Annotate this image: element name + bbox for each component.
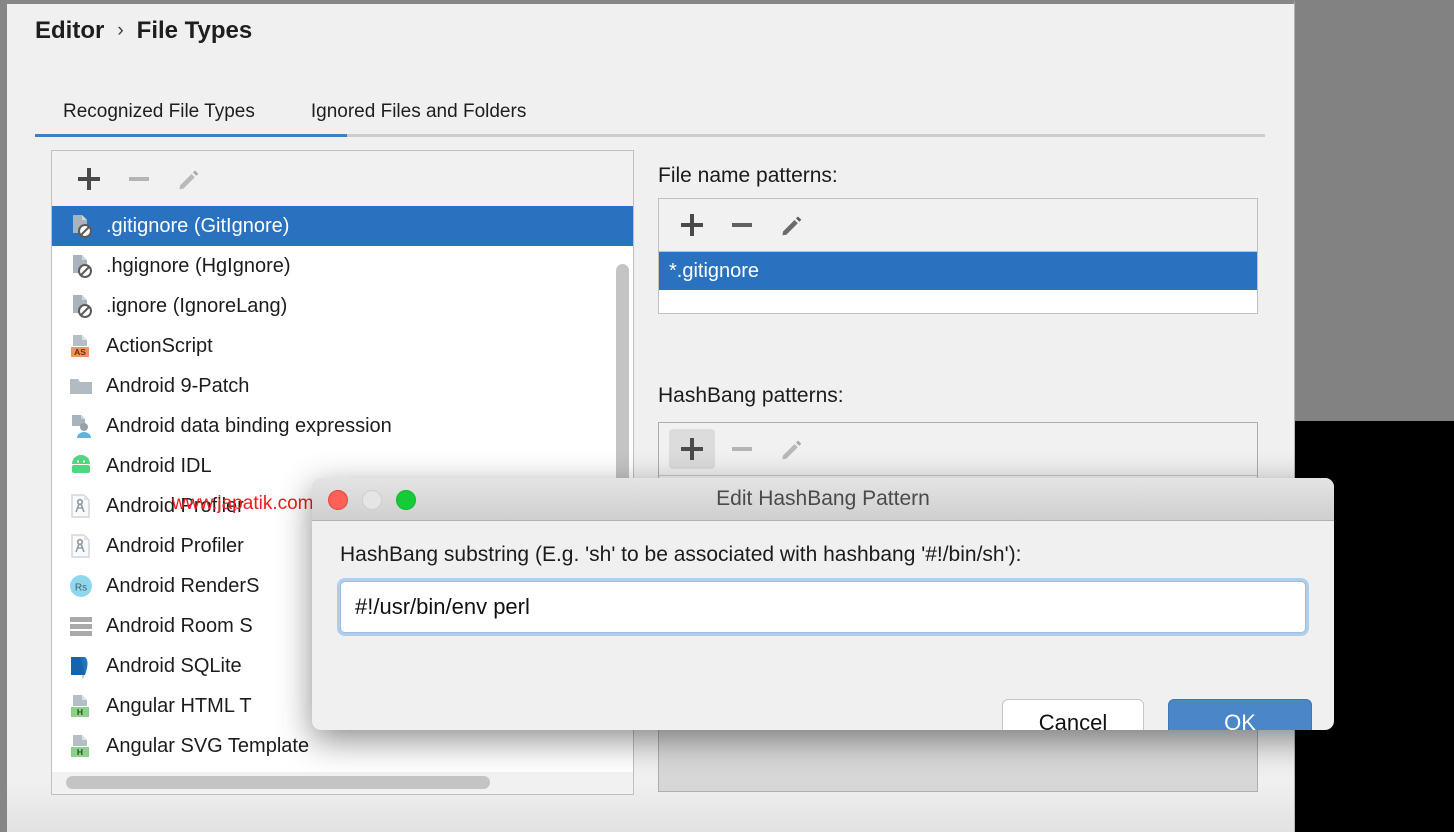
list-item-label: Android data binding expression	[106, 414, 392, 437]
list-item[interactable]: .hgignore (HgIgnore)	[52, 246, 633, 286]
file-name-patterns-panel: *.gitignore	[658, 198, 1258, 314]
dialog-title: Edit HashBang Pattern	[716, 487, 930, 510]
actionscript-icon: AS	[68, 333, 94, 359]
android-robot-icon	[68, 453, 94, 479]
android-profiler-icon	[68, 493, 94, 519]
file-types-toolbar	[52, 151, 633, 206]
edit-file-name-pattern-button[interactable]	[769, 205, 815, 245]
ok-button[interactable]: OK	[1168, 699, 1312, 730]
add-file-type-button[interactable]	[66, 159, 112, 199]
list-item-label: .gitignore (GitIgnore)	[106, 214, 290, 237]
minus-icon	[129, 176, 149, 181]
breadcrumb-root[interactable]: Editor	[35, 17, 104, 45]
window-controls	[328, 490, 416, 510]
minus-icon	[732, 447, 752, 451]
list-item-label: Angular SVG Template	[106, 734, 310, 757]
maximize-icon[interactable]	[396, 490, 416, 510]
list-item-label: Android RenderS	[106, 574, 260, 597]
file-ignore-icon	[68, 253, 94, 279]
list-item[interactable]: .ignore (IgnoreLang)	[52, 286, 633, 326]
scrollbar-thumb[interactable]	[66, 776, 490, 789]
dialog-prompt: HashBang substring (E.g. 'sh' to be asso…	[340, 543, 1022, 566]
list-item[interactable]: H Angular SVG Template	[52, 726, 633, 766]
list-item-label: *.gitignore	[669, 259, 760, 282]
file-name-patterns-list[interactable]: *.gitignore	[659, 251, 1257, 313]
hashbang-substring-input[interactable]: #!/usr/bin/env perl	[340, 581, 1306, 633]
list-item-label: Android SQLite	[106, 654, 242, 677]
remove-file-name-pattern-button[interactable]	[719, 205, 765, 245]
list-item-label: Android 9-Patch	[106, 374, 250, 397]
list-item-label: Angular HTML T	[106, 694, 252, 717]
file-ignore-icon	[68, 293, 94, 319]
hashbang-substring-value: #!/usr/bin/env perl	[355, 594, 530, 619]
hashbang-patterns-toolbar	[659, 423, 1257, 475]
list-item[interactable]: *.gitignore	[659, 252, 1257, 290]
file-name-patterns-label: File name patterns:	[658, 164, 838, 187]
tab-bar: Recognized File Types Ignored Files and …	[35, 88, 1265, 137]
dialog-titlebar[interactable]: Edit HashBang Pattern	[312, 478, 1334, 521]
add-hashbang-pattern-button[interactable]	[669, 429, 715, 469]
list-item-label: Android Profiler	[106, 494, 244, 517]
chevron-right-icon: ›	[117, 20, 124, 41]
close-icon[interactable]	[328, 490, 348, 510]
minimize-icon[interactable]	[362, 490, 382, 510]
remove-file-type-button[interactable]	[116, 159, 162, 199]
edit-file-type-button[interactable]	[166, 159, 212, 199]
list-item-label: ActionScript	[106, 334, 213, 357]
tab-active-indicator	[35, 134, 347, 137]
android-databinding-icon	[68, 413, 94, 439]
page-title: File Types	[136, 17, 253, 44]
hashbang-patterns-label-wrap: HashBang patterns:	[658, 384, 844, 418]
tab-recognized-file-types[interactable]: Recognized File Types	[35, 101, 283, 134]
list-item[interactable]: AS ActionScript	[52, 326, 633, 366]
edit-hashbang-pattern-button[interactable]	[769, 429, 815, 469]
angular-html-icon: H	[68, 693, 94, 719]
tab-ignored-files-and-folders[interactable]: Ignored Files and Folders	[283, 101, 554, 134]
dialog-body: HashBang substring (E.g. 'sh' to be asso…	[312, 521, 1334, 730]
list-item-label: .ignore (IgnoreLang)	[106, 294, 288, 317]
add-file-name-pattern-button[interactable]	[669, 205, 715, 245]
sqlite-icon	[68, 653, 94, 679]
plus-icon	[78, 167, 100, 190]
cancel-button[interactable]: Cancel	[1002, 699, 1144, 730]
remove-hashbang-pattern-button[interactable]	[719, 429, 765, 469]
dialog-button-row: Cancel OK	[1002, 699, 1312, 730]
pencil-icon	[782, 440, 802, 460]
hashbang-patterns-label: HashBang patterns:	[658, 384, 844, 407]
list-item[interactable]: Android 9-Patch	[52, 366, 633, 406]
svg-text:AS: AS	[74, 347, 86, 357]
plus-icon	[681, 438, 703, 460]
renderscript-icon: Rs	[68, 573, 94, 599]
android-profiler-icon	[68, 533, 94, 559]
folder-icon	[68, 373, 94, 399]
breadcrumb: Editor › File Types	[35, 17, 252, 45]
list-item-label: .hgignore (HgIgnore)	[106, 254, 291, 277]
screen: Editor › File Types Recognized File Type…	[0, 0, 1454, 832]
list-vertical-scrollbar[interactable]	[616, 264, 629, 514]
edit-hashbang-pattern-dialog: Edit HashBang Pattern HashBang substring…	[312, 478, 1334, 730]
plus-icon	[681, 214, 703, 236]
file-name-patterns-toolbar	[659, 199, 1257, 251]
pencil-icon	[179, 170, 199, 189]
minus-icon	[732, 223, 752, 227]
list-item[interactable]: .gitignore (GitIgnore)	[52, 206, 633, 246]
android-room-icon	[68, 613, 94, 639]
pencil-icon	[782, 216, 802, 236]
svg-text:H: H	[77, 747, 83, 757]
list-item-label: Android Room S	[106, 614, 253, 637]
list-horizontal-scrollbar[interactable]	[52, 772, 633, 794]
list-item-label: Android IDL	[106, 454, 212, 477]
svg-text:H: H	[77, 707, 83, 717]
list-item[interactable]: Android data binding expression	[52, 406, 633, 446]
angular-html-icon: H	[68, 733, 94, 759]
desktop-backdrop	[1295, 0, 1454, 421]
file-ignore-icon	[68, 213, 94, 239]
file-name-patterns-section: File name patterns: *.gitignore	[658, 164, 1258, 314]
svg-text:Rs: Rs	[75, 583, 87, 594]
scrollbar-thumb[interactable]	[616, 264, 629, 514]
list-item-label: Android Profiler	[106, 534, 244, 557]
